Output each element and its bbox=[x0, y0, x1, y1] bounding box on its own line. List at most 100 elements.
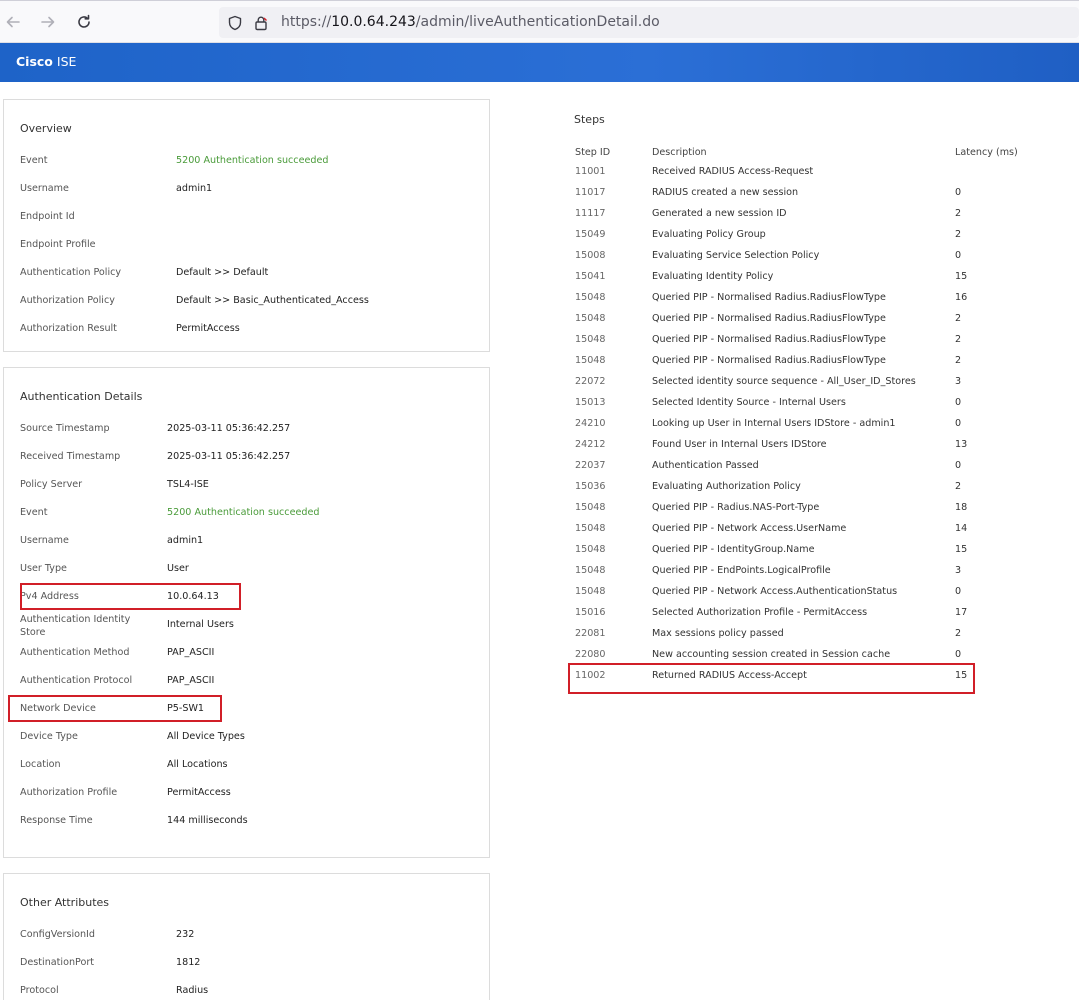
step-description: Authentication Passed bbox=[652, 460, 759, 471]
step-description: Max sessions policy passed bbox=[652, 628, 784, 639]
url-bar[interactable]: https://10.0.64.243/admin/liveAuthentica… bbox=[219, 7, 1079, 38]
step-id: 22072 bbox=[575, 376, 606, 387]
step-id: 24210 bbox=[575, 418, 606, 429]
steps-title: Steps bbox=[574, 113, 605, 126]
url-scheme: https:// bbox=[281, 14, 332, 30]
step-id: 15048 bbox=[575, 565, 606, 576]
step-id: 22037 bbox=[575, 460, 606, 471]
step-id: 15013 bbox=[575, 397, 606, 408]
brand-rest: ISE bbox=[56, 54, 77, 69]
step-id: 15048 bbox=[575, 292, 606, 303]
step-description: Queried PIP - Network Access.Authenticat… bbox=[652, 586, 898, 597]
detail-key: Authentication Policy bbox=[20, 267, 122, 278]
detail-key: Received Timestamp bbox=[20, 451, 121, 462]
step-id: 15048 bbox=[575, 586, 606, 597]
step-id: 15048 bbox=[575, 334, 606, 345]
step-description: Generated a new session ID bbox=[652, 208, 787, 219]
step-latency: 17 bbox=[955, 607, 968, 618]
step-latency: 2 bbox=[955, 481, 962, 492]
shield-icon[interactable] bbox=[227, 15, 243, 31]
detail-key: Authentication Identity Store bbox=[20, 613, 130, 639]
steps-row: 15041 Evaluating Identity Policy 15 bbox=[575, 271, 1055, 292]
step-description: Queried PIP - Normalised Radius.RadiusFl… bbox=[652, 334, 886, 345]
steps-row: 15048 Queried PIP - Network Access.UserNa… bbox=[575, 523, 1055, 544]
step-description: Queried PIP - EndPoints.LogicalProfile bbox=[652, 565, 831, 576]
detail-key: ConfigVersionId bbox=[20, 929, 95, 940]
steps-header-latency: Latency (ms) bbox=[955, 147, 1018, 158]
detail-key: Response Time bbox=[20, 815, 93, 826]
step-id: 15041 bbox=[575, 271, 606, 282]
step-latency: 0 bbox=[955, 250, 962, 261]
steps-row: 15048 Queried PIP - Normalised Radius.Rad… bbox=[575, 334, 1055, 355]
back-arrow-icon[interactable] bbox=[2, 11, 24, 33]
step-latency: 2 bbox=[955, 313, 962, 324]
detail-value: 5200 Authentication succeeded bbox=[167, 507, 320, 518]
step-latency: 0 bbox=[955, 460, 962, 471]
step-id: 11117 bbox=[575, 208, 606, 219]
lock-icon[interactable] bbox=[253, 15, 269, 31]
step-description: Queried PIP - IdentityGroup.Name bbox=[652, 544, 815, 555]
step-latency: 2 bbox=[955, 355, 962, 366]
step-latency: 3 bbox=[955, 376, 962, 387]
highlight-box bbox=[20, 583, 241, 610]
highlight-box bbox=[8, 695, 222, 722]
steps-row: 15048 Queried PIP - IdentityGroup.Name 15 bbox=[575, 544, 1055, 565]
step-id: 15048 bbox=[575, 355, 606, 366]
step-id: 22080 bbox=[575, 649, 606, 660]
detail-value: All Device Types bbox=[167, 731, 245, 742]
step-description: Queried PIP - Network Access.UserName bbox=[652, 523, 847, 534]
step-latency: 15 bbox=[955, 271, 968, 282]
step-id: 15048 bbox=[575, 544, 606, 555]
detail-key-line: Store bbox=[20, 627, 46, 638]
step-description: Received RADIUS Access-Request bbox=[652, 166, 814, 177]
step-description: Selected Authorization Profile - PermitA… bbox=[652, 607, 868, 618]
detail-value: All Locations bbox=[167, 759, 228, 770]
detail-value: TSL4-ISE bbox=[167, 479, 209, 490]
detail-value: 2025-03-11 05:36:42.257 bbox=[167, 423, 291, 434]
detail-value: Default >> Basic_Authenticated_Access bbox=[176, 295, 369, 306]
steps-row: 15036 Evaluating Authorization Policy 2 bbox=[575, 481, 1055, 502]
detail-key: Event bbox=[20, 155, 48, 166]
step-latency: 2 bbox=[955, 628, 962, 639]
forward-arrow-icon[interactable] bbox=[37, 11, 59, 33]
highlight-box bbox=[568, 663, 975, 694]
step-description: Queried PIP - Normalised Radius.RadiusFl… bbox=[652, 313, 886, 324]
step-id: 15016 bbox=[575, 607, 606, 618]
step-id: 24212 bbox=[575, 439, 606, 450]
step-description: Selected identity source sequence - All_… bbox=[652, 376, 916, 387]
brand-bold: Cisco bbox=[16, 54, 53, 69]
detail-key: User Type bbox=[20, 563, 67, 574]
detail-key: Protocol bbox=[20, 985, 59, 996]
detail-value: User bbox=[167, 563, 189, 574]
reload-icon[interactable] bbox=[73, 11, 95, 33]
detail-value: PAP_ASCII bbox=[167, 647, 215, 658]
step-latency: 2 bbox=[955, 229, 962, 240]
step-description: Queried PIP - Normalised Radius.RadiusFl… bbox=[652, 292, 886, 303]
detail-value: PermitAccess bbox=[167, 787, 231, 798]
step-latency: 16 bbox=[955, 292, 968, 303]
steps-row: 15048 Queried PIP - Normalised Radius.Rad… bbox=[575, 313, 1055, 334]
detail-value: admin1 bbox=[176, 183, 213, 194]
detail-key: Location bbox=[20, 759, 61, 770]
detail-value: 144 milliseconds bbox=[167, 815, 248, 826]
step-description: Found User in Internal Users IDStore bbox=[652, 439, 827, 450]
steps-header-description: Description bbox=[652, 147, 707, 158]
authentication-details-title: Authentication Details bbox=[20, 390, 143, 403]
step-description: Evaluating Identity Policy bbox=[652, 271, 774, 282]
step-latency: 3 bbox=[955, 565, 962, 576]
detail-key: Authorization Policy bbox=[20, 295, 115, 306]
brand-logo[interactable]: Cisco ISE bbox=[16, 54, 76, 69]
detail-key: Policy Server bbox=[20, 479, 83, 490]
step-latency: 0 bbox=[955, 418, 962, 429]
other-attributes-panel: Other Attributes ConfigVersionId 232 Desti… bbox=[3, 873, 490, 1000]
step-id: 15049 bbox=[575, 229, 606, 240]
detail-key: Authentication Method bbox=[20, 647, 130, 658]
other-attributes-title: Other Attributes bbox=[20, 896, 110, 909]
step-latency: 2 bbox=[955, 334, 962, 345]
step-id: 15036 bbox=[575, 481, 606, 492]
step-id: 15048 bbox=[575, 502, 606, 513]
detail-key: Username bbox=[20, 535, 69, 546]
step-latency: 15 bbox=[955, 544, 968, 555]
step-id: 15008 bbox=[575, 250, 606, 261]
url-text[interactable]: https://10.0.64.243/admin/liveAuthentica… bbox=[281, 14, 660, 30]
